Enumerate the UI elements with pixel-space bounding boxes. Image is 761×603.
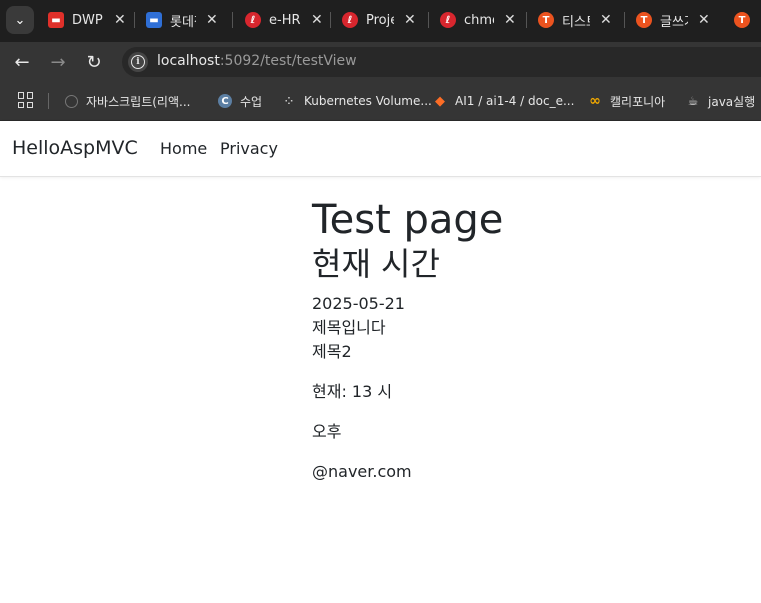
title2-text: 제목2	[312, 342, 352, 361]
tab-chmod[interactable]: ℓ chmod ✕	[440, 6, 516, 34]
tab-project[interactable]: ℓ Project ✕	[342, 6, 416, 34]
tab-divider	[232, 12, 233, 28]
title-text: 제목입니다	[312, 318, 386, 337]
bookmark-label: 수업	[240, 94, 263, 109]
address-bar[interactable]: i localhost:5092/test/testView	[122, 47, 761, 77]
url-host: localhost	[157, 53, 220, 69]
c-logo-icon: C	[218, 94, 232, 108]
lotte-l-favicon-icon: ℓ	[245, 12, 261, 28]
current-hour-text: 현재: 13 시	[312, 382, 393, 401]
kubernetes-icon: ⁘	[284, 95, 294, 107]
close-icon[interactable]: ✕	[600, 12, 612, 28]
period-text: 오후	[312, 422, 342, 441]
tab-lotte[interactable]: ▬ 롯데정보 ✕	[146, 6, 218, 34]
bookmark-label: java실행	[708, 94, 756, 109]
bookmark-label: 자바스크립트(리액...	[86, 94, 191, 109]
bookmark-gitlab[interactable]: ◆ AI1 / ai1-4 / doc_e...	[433, 91, 574, 111]
main-content: Test page 현재 시간 2025-05-21 제목입니다 제목2 현재:…	[312, 196, 503, 484]
bookmarks-divider	[48, 93, 49, 109]
bookmark-kubernetes[interactable]: ⁘ Kubernetes Volume...	[282, 91, 432, 111]
tab-divider	[134, 12, 135, 28]
site-navbar: HelloAspMVC Home Privacy	[0, 121, 761, 177]
navbar-brand[interactable]: HelloAspMVC	[12, 137, 138, 159]
close-icon[interactable]: ✕	[311, 12, 323, 28]
tab-title: 티스토리	[562, 14, 590, 30]
bookmark-label: Kubernetes Volume...	[304, 94, 432, 108]
toolbar: ← → ↻ i localhost:5092/test/testView	[0, 42, 761, 82]
dwp-favicon-icon: ▬	[48, 12, 64, 28]
site-info-icon[interactable]: i	[128, 52, 148, 72]
tab-strip: ⌄ ▬ DWP ✕ ▬ 롯데정보 ✕ ℓ e-HR ✕ ℓ Project ✕ …	[0, 0, 761, 42]
back-arrow-icon[interactable]: ←	[10, 50, 34, 74]
tab-divider	[428, 12, 429, 28]
tab-write[interactable]: T 글쓰기 ✕	[636, 6, 710, 34]
tab-search-chevron-icon[interactable]: ⌄	[6, 6, 34, 34]
infinity-icon: ∞	[589, 93, 601, 109]
tab-title: Project	[366, 12, 394, 28]
java-cup-icon: ☕	[687, 94, 699, 108]
close-icon[interactable]: ✕	[206, 12, 218, 28]
tab-divider	[624, 12, 625, 28]
tab-tistory-2[interactable]: T	[734, 6, 758, 34]
gitlab-icon: ◆	[435, 93, 445, 109]
lotte-favicon-icon: ▬	[146, 12, 162, 28]
close-icon[interactable]: ✕	[404, 12, 416, 28]
apps-grid-icon[interactable]	[18, 92, 34, 108]
bookmarks-bar: 자바스크립트(리액... C 수업 ⁘ Kubernetes Volume...…	[0, 82, 761, 121]
email-text: @naver.com	[312, 462, 412, 481]
bookmark-california[interactable]: ∞ 캘리포니아	[588, 91, 665, 111]
page-subheading: 현재 시간	[312, 245, 440, 283]
close-icon[interactable]: ✕	[114, 12, 126, 28]
bookmark-class[interactable]: C 수업	[218, 91, 262, 111]
nav-privacy-link[interactable]: Privacy	[220, 139, 278, 158]
tab-title: 글쓰기	[660, 14, 688, 30]
tab-divider	[330, 12, 331, 28]
nav-home-link[interactable]: Home	[160, 139, 207, 158]
page-heading: Test page	[312, 197, 504, 243]
bookmark-java[interactable]: ☕ java실행	[686, 91, 756, 111]
date-text: 2025-05-21	[312, 294, 405, 313]
tistory-favicon-icon: T	[636, 12, 652, 28]
lotte-l-favicon-icon: ℓ	[342, 12, 358, 28]
tab-title: DWP	[72, 12, 103, 28]
url-path: :5092/test/testView	[219, 53, 357, 69]
tab-title: e-HR	[269, 12, 301, 28]
tab-title: chmod	[464, 12, 494, 28]
lotte-l-favicon-icon: ℓ	[440, 12, 456, 28]
close-icon[interactable]: ✕	[698, 12, 710, 28]
tab-dwp[interactable]: ▬ DWP ✕	[48, 6, 126, 34]
reload-icon[interactable]: ↻	[82, 50, 106, 74]
bookmark-javascript[interactable]: 자바스크립트(리액...	[64, 91, 190, 111]
url-text[interactable]: localhost:5092/test/testView	[157, 53, 357, 69]
tistory-favicon-icon: T	[734, 12, 750, 28]
tistory-favicon-icon: T	[538, 12, 554, 28]
tab-divider	[526, 12, 527, 28]
bookmark-label: AI1 / ai1-4 / doc_e...	[455, 94, 575, 108]
tab-tistory[interactable]: T 티스토리 ✕	[538, 6, 612, 34]
tab-ehr[interactable]: ℓ e-HR ✕	[245, 6, 323, 34]
circle-outline-icon	[64, 94, 78, 108]
tab-title: 롯데정보	[170, 14, 196, 30]
close-icon[interactable]: ✕	[504, 12, 516, 28]
bookmark-label: 캘리포니아	[610, 94, 666, 109]
forward-arrow-icon[interactable]: →	[46, 50, 70, 74]
